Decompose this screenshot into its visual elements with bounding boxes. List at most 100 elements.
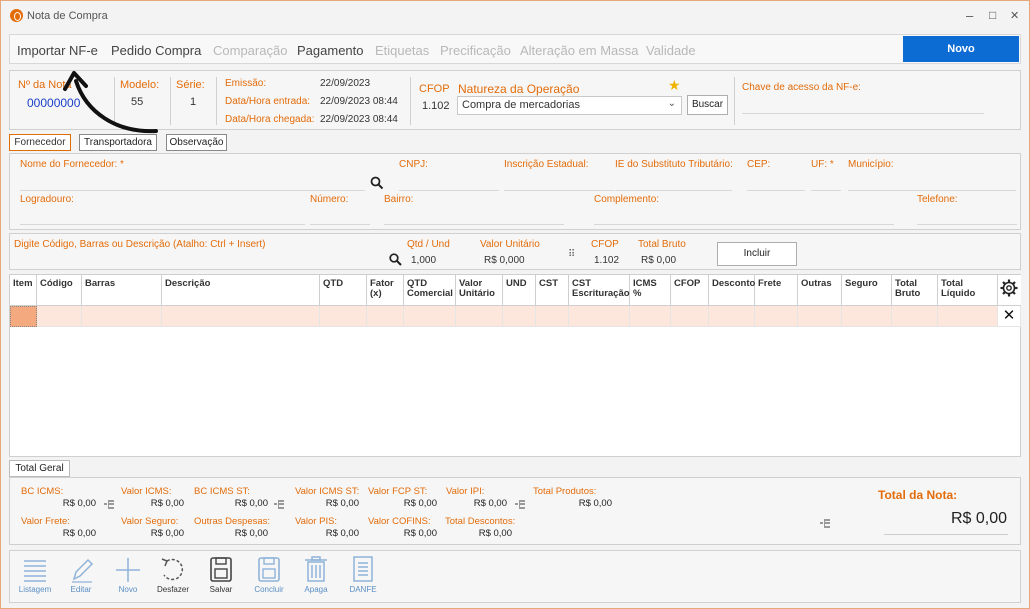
list-icon	[24, 560, 46, 582]
valor-ipi-label: Valor IPI:	[446, 486, 485, 497]
col-und[interactable]: UND	[503, 275, 536, 306]
emissao-field[interactable]: 22/09/2023	[320, 78, 370, 89]
col-item[interactable]: Item	[10, 275, 37, 306]
outras-despesas-value: R$ 0,00	[234, 528, 268, 539]
document-icon	[353, 556, 373, 582]
col-cst[interactable]: CST	[536, 275, 569, 306]
outras-despesas-label: Outras Despesas:	[194, 516, 271, 527]
valor-ipi-value: R$ 0,00	[473, 498, 507, 509]
col-descricao[interactable]: Descrição	[162, 275, 320, 306]
bc-icms-st-label: BC ICMS ST:	[194, 486, 250, 497]
col-total-bruto[interactable]: Total Bruto	[892, 275, 938, 306]
tab-pagamento[interactable]: Pagamento	[297, 43, 364, 58]
item-search-label: Digite Código, Barras ou Descrição (Atal…	[14, 239, 266, 250]
nome-fornecedor-label: Nome do Fornecedor: *	[20, 159, 124, 170]
item-entry-panel: Digite Código, Barras ou Descrição (Atal…	[9, 233, 1021, 270]
natureza-select-value: Compra de mercadorias	[462, 99, 580, 111]
delete-row-icon[interactable]: ✕	[998, 306, 1021, 327]
col-total-liquido[interactable]: Total Líquido	[938, 275, 998, 306]
valor-icms-label: Valor ICMS:	[121, 486, 172, 497]
col-codigo[interactable]: Código	[37, 275, 82, 306]
apaga-button[interactable]: Apaga	[294, 555, 338, 601]
inscricao-estadual-label: Inscrição Estadual:	[504, 159, 589, 170]
col-barras[interactable]: Barras	[82, 275, 162, 306]
close-button[interactable]: ✕	[1010, 9, 1019, 22]
col-desconto[interactable]: Desconto	[709, 275, 755, 306]
total-produtos-label: Total Produtos:	[533, 486, 597, 497]
danfe-button[interactable]: DANFE	[341, 555, 385, 601]
valor-unitario-field[interactable]: R$ 0,000	[484, 255, 525, 266]
cfop-label: CFOP	[419, 83, 450, 95]
col-cst-escrituracao[interactable]: CST Escrituração	[569, 275, 630, 306]
tab-importar-nfe[interactable]: Importar NF-e	[17, 43, 98, 58]
qtd-field[interactable]: 1,000	[411, 255, 436, 266]
col-fator[interactable]: Fator (x)	[367, 275, 404, 306]
cfop-grid-icon[interactable]: ⠿	[568, 249, 575, 260]
valor-frete-label: Valor Frete:	[21, 516, 70, 527]
valor-seguro-value: R$ 0,00	[150, 528, 184, 539]
tab-total-geral[interactable]: Total Geral	[9, 460, 70, 477]
window-title: Nota de Compra	[27, 10, 108, 22]
valor-fcp-st-value: R$ 0,00	[403, 498, 437, 509]
bc-icms-detail-icon[interactable]	[104, 500, 114, 509]
salvar-button[interactable]: Salvar	[199, 555, 243, 601]
tab-fornecedor[interactable]: Fornecedor	[9, 134, 71, 151]
complemento-label: Complemento:	[594, 194, 660, 205]
col-outras[interactable]: Outras	[798, 275, 842, 306]
bc-icms-value: R$ 0,00	[62, 498, 96, 509]
novo-toolbar-button[interactable]: Novo	[106, 555, 150, 601]
total-bruto-label: Total Bruto	[638, 239, 686, 250]
valor-fcp-st-label: Valor FCP ST:	[368, 486, 428, 497]
search-fornecedor-icon[interactable]	[370, 176, 384, 190]
cfop-field[interactable]: 1.102	[422, 100, 450, 112]
valor-frete-value: R$ 0,00	[62, 528, 96, 539]
tab-observacao[interactable]: Observação	[166, 134, 227, 151]
valor-ipi-detail-icon[interactable]	[515, 500, 525, 509]
fornecedor-panel: Nome do Fornecedor: * CNPJ: Inscrição Es…	[9, 153, 1021, 230]
save-disk-disabled-icon	[258, 557, 280, 582]
col-cfop[interactable]: CFOP	[671, 275, 709, 306]
minimize-button[interactable]: –	[966, 8, 973, 23]
col-frete[interactable]: Frete	[755, 275, 798, 306]
col-seguro[interactable]: Seguro	[842, 275, 892, 306]
grid-settings-icon[interactable]	[998, 275, 1021, 306]
edit-pencil-icon	[72, 558, 94, 583]
buscar-button[interactable]: Buscar	[687, 95, 728, 115]
col-qtd[interactable]: QTD	[320, 275, 367, 306]
editar-button[interactable]: Editar	[59, 555, 103, 601]
tab-pedido-compra[interactable]: Pedido Compra	[111, 43, 201, 58]
tab-etiquetas: Etiquetas	[375, 43, 430, 58]
col-valor-unitario[interactable]: Valor Unitário	[456, 275, 503, 306]
window: Nota de Compra – □ ✕ Importar NF-e Pedid…	[0, 0, 1030, 609]
valor-pis-value: R$ 0,00	[325, 528, 359, 539]
plus-icon	[116, 558, 140, 582]
desfazer-button[interactable]: Desfazer	[151, 555, 195, 601]
item-cfop-field[interactable]: 1.102	[594, 255, 619, 266]
total-produtos-value: R$ 0,00	[578, 498, 612, 509]
maximize-button[interactable]: □	[989, 8, 996, 22]
col-qtd-comercial[interactable]: QTD Comercial	[404, 275, 456, 306]
undo-icon	[161, 558, 184, 581]
col-icms[interactable]: ICMS %	[630, 275, 671, 306]
listagem-button[interactable]: Listagem	[13, 555, 57, 601]
bottom-toolbar: Listagem Editar Novo Desfazer Salvar Con…	[9, 550, 1021, 603]
bc-icms-st-detail-icon[interactable]	[274, 500, 284, 509]
search-item-icon[interactable]	[389, 253, 402, 266]
natureza-select[interactable]: Compra de mercadorias ⌄	[457, 96, 682, 115]
entrada-field[interactable]: 22/09/2023 08:44	[320, 96, 398, 107]
top-tabs-bar: Importar NF-e Pedido Compra Comparação P…	[9, 34, 1021, 64]
items-grid[interactable]: Item Código Barras Descrição QTD Fator (…	[9, 274, 1021, 457]
uf-label: UF: *	[811, 159, 834, 170]
cep-label: CEP:	[747, 159, 771, 170]
valor-seguro-label: Valor Seguro:	[121, 516, 179, 527]
novo-button[interactable]: Novo	[903, 36, 1019, 62]
serie-field[interactable]: 1	[190, 96, 196, 108]
total-nota-detail-icon[interactable]	[820, 519, 830, 528]
municipio-label: Município:	[848, 159, 894, 170]
incluir-button[interactable]: Incluir	[717, 242, 797, 266]
favorite-star-icon[interactable]: ★	[668, 77, 681, 94]
total-descontos-value: R$ 0,00	[478, 528, 512, 539]
tab-transportadora[interactable]: Transportadora	[79, 134, 157, 151]
chegada-field[interactable]: 22/09/2023 08:44	[320, 114, 398, 125]
concluir-button[interactable]: Concluir	[247, 555, 291, 601]
